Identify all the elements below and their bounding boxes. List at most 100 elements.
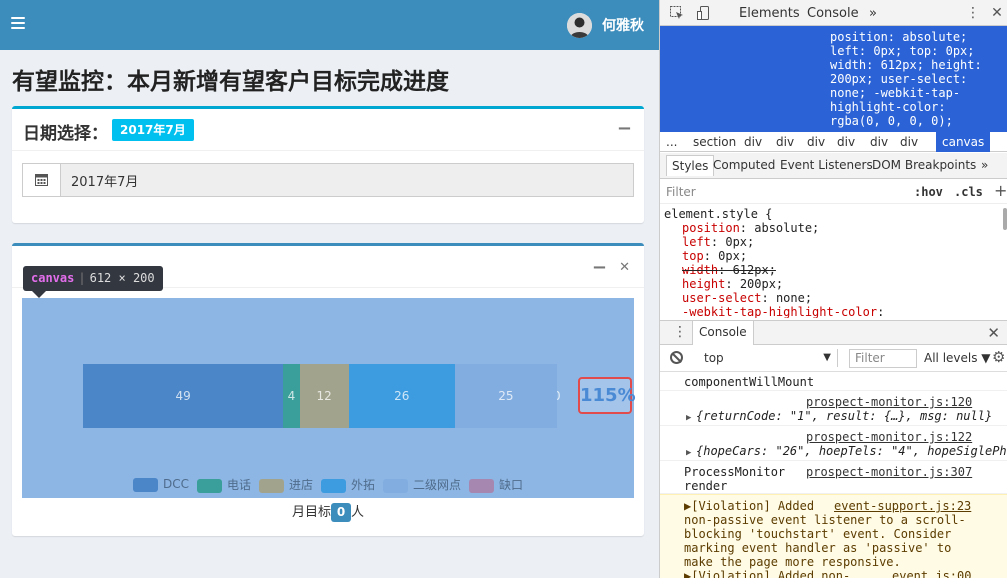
css-value[interactable]: absolute; <box>754 221 819 235</box>
bar-segment[interactable]: 25 <box>454 364 557 428</box>
bar-segment[interactable]: 26 <box>348 364 455 428</box>
expand-caret-icon[interactable]: ▶ <box>686 411 691 425</box>
date-input-group[interactable] <box>22 163 634 197</box>
devtools-panel: Elements Console » ⋮ ✕ position: absolut… <box>659 0 1007 578</box>
legend-item[interactable]: 电话 <box>196 476 251 493</box>
elements-tree[interactable]: position: absolute; left: 0px; top: 0px;… <box>660 26 1007 132</box>
hov-toggle[interactable]: :hov <box>914 185 943 199</box>
styles-filter-input[interactable]: Filter <box>666 185 696 199</box>
breadcrumb-item[interactable]: div <box>900 132 918 152</box>
style-declaration[interactable]: left: 0px; <box>664 235 1007 249</box>
css-property[interactable]: height <box>682 277 725 291</box>
css-value[interactable]: 200px; <box>740 277 783 291</box>
style-declaration[interactable]: width: 612px; <box>664 263 1007 277</box>
subtab-item[interactable]: » <box>981 158 988 172</box>
breadcrumb-item[interactable]: section <box>693 132 736 152</box>
legend-item[interactable]: DCC <box>132 477 189 492</box>
kebab-menu-icon[interactable]: ⋮ <box>965 5 981 21</box>
log-source-link[interactable]: prospect-monitor.js:307 <box>806 465 972 479</box>
css-property[interactable]: position <box>682 221 740 235</box>
menu-toggle-icon[interactable] <box>11 17 25 31</box>
style-declaration[interactable]: user-select: none; <box>664 291 1007 305</box>
drawer-tab-console[interactable]: Console <box>692 321 754 345</box>
avatar[interactable] <box>567 13 592 38</box>
scrollbar[interactable] <box>1003 208 1007 230</box>
style-declaration[interactable]: height: 200px; <box>664 277 1007 291</box>
date-input[interactable] <box>61 164 633 196</box>
tab-console[interactable]: Console <box>807 6 859 21</box>
gear-icon[interactable]: ⚙ <box>992 348 1005 366</box>
legend-item[interactable]: 外拓 <box>320 476 375 493</box>
cls-toggle[interactable]: .cls <box>954 185 983 199</box>
subtab-item[interactable]: Event Listeners <box>780 158 873 172</box>
css-property[interactable]: top <box>682 249 704 263</box>
log-source-link[interactable]: prospect-monitor.js:122 <box>806 430 972 444</box>
styles-pane[interactable]: element.style { position: absolute; left:… <box>660 205 1007 318</box>
bar-segment[interactable]: 49 <box>83 364 284 428</box>
context-select[interactable]: top ▼ <box>698 349 838 367</box>
breadcrumb-item[interactable]: canvas <box>936 132 991 152</box>
collapse-icon[interactable]: − <box>617 118 632 139</box>
calendar-icon[interactable] <box>23 164 61 196</box>
warning-source-link[interactable]: event.js:00 <box>892 569 971 578</box>
style-declaration[interactable]: top: 0px; <box>664 249 1007 263</box>
target-value-badge: 0 <box>331 503 351 522</box>
completion-percent: 115% <box>578 377 636 414</box>
subtab-item[interactable]: Styles <box>666 155 715 176</box>
warning-source-link[interactable]: event-support.js:23 <box>834 499 971 513</box>
user-name[interactable]: 何雅秋 <box>602 15 644 35</box>
log-object[interactable]: {returnCode: "1", result: {…}, msg: null… <box>696 409 992 423</box>
context-value: top <box>704 351 724 365</box>
console-filter-input[interactable]: Filter <box>849 349 917 368</box>
bar-segment[interactable]: 4 <box>283 364 300 428</box>
css-value[interactable]: none; <box>776 291 812 305</box>
log-entry: ProcessMonitor render prospect-monitor.j… <box>660 461 1007 494</box>
css-value[interactable]: 612px; <box>733 263 776 277</box>
device-toggle-icon[interactable] <box>696 5 712 21</box>
collapse-icon[interactable]: − <box>592 257 607 278</box>
legend-swatch <box>383 478 408 493</box>
expand-caret-icon[interactable]: ▶ <box>686 446 691 460</box>
css-property[interactable]: user-select <box>682 291 761 305</box>
inspect-icon[interactable] <box>669 5 685 21</box>
clear-console-icon[interactable] <box>670 351 683 364</box>
tab-more[interactable]: » <box>869 6 877 21</box>
bar-value-label: 25 <box>498 389 514 403</box>
close-icon[interactable]: ✕ <box>619 260 630 275</box>
legend-item[interactable]: 缺口 <box>469 476 523 493</box>
add-rule-icon[interactable]: + <box>994 181 1007 200</box>
style-declaration[interactable]: position: absolute; <box>664 221 1007 235</box>
css-value[interactable]: 0px; <box>725 235 754 249</box>
style-declaration[interactable]: -webkit-tap-highlight-color: <box>664 305 1007 318</box>
legend-label: DCC <box>162 477 189 492</box>
breadcrumb-item[interactable]: div <box>807 132 825 152</box>
log-levels-select[interactable]: All levels ▼ <box>924 351 991 365</box>
log-text: componentWillMount <box>684 375 815 389</box>
log-source-link[interactable]: prospect-monitor.js:120 <box>806 395 972 409</box>
css-property[interactable]: width <box>682 263 718 277</box>
log-object[interactable]: {hopeCars: "26", hoepTels: "4", hopeSigl… <box>696 444 1007 458</box>
legend-item[interactable]: 二级网点 <box>383 476 461 493</box>
log-entry: prospect-monitor.js:122 ▶ {hopeCars: "26… <box>660 426 1007 461</box>
drawer-menu-icon[interactable]: ⋮ <box>673 324 687 340</box>
console-output[interactable]: componentWillMount prospect-monitor.js:1… <box>660 372 1007 578</box>
bar-segment[interactable]: 12 <box>299 364 349 428</box>
legend-label: 外拓 <box>350 478 375 492</box>
breadcrumb-item[interactable]: div <box>870 132 888 152</box>
css-value[interactable]: 0px; <box>718 249 747 263</box>
breadcrumb-item[interactable]: ... <box>666 132 677 152</box>
close-icon[interactable]: ✕ <box>987 324 1000 342</box>
log-text: ProcessMonitor render <box>684 465 786 493</box>
subtab-item[interactable]: DOM Breakpoints <box>872 158 976 172</box>
legend-swatch <box>320 478 346 493</box>
breadcrumb-item[interactable]: div <box>744 132 762 152</box>
subtab-item[interactable]: Computed <box>713 158 775 172</box>
breadcrumb-item[interactable]: div <box>776 132 794 152</box>
breadcrumb-item[interactable]: div <box>837 132 855 152</box>
legend-label: 缺口 <box>499 478 524 492</box>
close-icon[interactable]: ✕ <box>989 5 1005 21</box>
legend-item[interactable]: 进店 <box>258 476 313 493</box>
css-property[interactable]: left <box>682 235 711 249</box>
css-property[interactable]: -webkit-tap-highlight-color <box>682 305 877 318</box>
tab-elements[interactable]: Elements <box>739 6 800 21</box>
